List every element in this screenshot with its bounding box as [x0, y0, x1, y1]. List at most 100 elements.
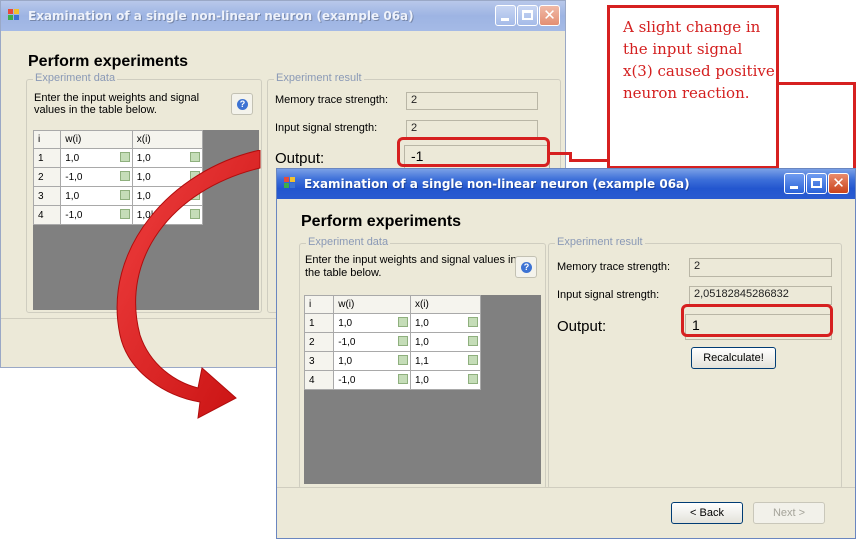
- cell-value: 1,0: [65, 152, 80, 164]
- connector-line: [569, 159, 609, 162]
- output-highlight-before: [397, 137, 550, 167]
- column-header-x: x(i): [131, 130, 204, 149]
- page-heading: Perform experiments: [301, 213, 462, 230]
- experiment-data-group: Experiment data Enter the input weights …: [299, 236, 546, 489]
- connector-line: [778, 82, 853, 85]
- memory-trace-label: Memory trace strength:: [275, 94, 389, 106]
- column-header-w: w(i): [333, 295, 411, 314]
- cell-value: 1,0: [414, 336, 429, 348]
- cell-value: -1,0: [65, 209, 83, 221]
- next-button[interactable]: Next >: [753, 502, 825, 524]
- maximize-button[interactable]: [517, 5, 538, 26]
- cell-value: -1,0: [65, 171, 83, 183]
- spin-icon[interactable]: [468, 374, 478, 384]
- spin-icon[interactable]: [468, 336, 478, 346]
- close-icon: ✕: [543, 7, 556, 24]
- column-header-i: i: [303, 295, 335, 314]
- close-icon: ✕: [832, 175, 845, 192]
- curved-arrow-icon: [116, 150, 261, 419]
- output-highlight-after: [681, 304, 833, 337]
- signal-cell[interactable]: 1,0: [409, 370, 482, 390]
- output-label: Output:: [557, 318, 607, 335]
- signal-cell[interactable]: 1,0: [409, 332, 482, 352]
- spin-icon[interactable]: [397, 336, 408, 346]
- spin-icon[interactable]: [397, 317, 408, 327]
- page-heading: Perform experiments: [28, 53, 189, 70]
- help-icon: ?: [237, 99, 248, 110]
- callout-text: A slight change in the input signal x(3)…: [623, 18, 775, 102]
- column-header-x: x(i): [409, 295, 482, 314]
- row-index: 3: [303, 351, 335, 371]
- cell-value: 1,1: [414, 355, 429, 367]
- table-row: 3 1,0 1,1: [303, 351, 482, 371]
- table-row: 4 -1,0 1,0: [303, 370, 482, 390]
- close-button[interactable]: ✕: [828, 173, 849, 194]
- memory-trace-field: 2: [406, 92, 538, 110]
- recalculate-button[interactable]: Recalculate!: [691, 347, 776, 369]
- spin-icon[interactable]: [397, 374, 408, 384]
- data-table: i w(i) x(i) 1 1,0 1,0 2 -1,0 1,0 3 1,0 1…: [303, 295, 482, 390]
- app-icon: [8, 9, 22, 23]
- window-after: Examination of a single non-linear neuro…: [276, 168, 856, 539]
- title-bar[interactable]: Examination of a single non-linear neuro…: [277, 169, 855, 199]
- spin-icon[interactable]: [468, 317, 478, 327]
- input-signal-field: 2,05182845286832: [689, 286, 832, 305]
- maximize-button[interactable]: [806, 173, 827, 194]
- group-legend: Experiment result: [555, 236, 645, 248]
- table-row: 1 1,0 1,0: [303, 313, 482, 333]
- group-legend: Experiment result: [274, 72, 364, 84]
- signal-cell[interactable]: 1,0: [409, 313, 482, 333]
- column-header-w: w(i): [60, 130, 133, 149]
- back-button[interactable]: < Back: [671, 502, 743, 524]
- cell-value: 1,0: [65, 190, 80, 202]
- row-index: 1: [32, 148, 62, 168]
- input-signal-label: Input signal strength:: [557, 289, 660, 301]
- bottom-bar: < Back Next >: [277, 487, 855, 538]
- spin-icon[interactable]: [468, 355, 478, 365]
- row-index: 1: [303, 313, 335, 333]
- input-signal-field: 2: [406, 120, 538, 138]
- row-index: 2: [303, 332, 335, 352]
- minimize-icon: [501, 18, 509, 21]
- row-index: 4: [32, 205, 62, 225]
- maximize-icon: [522, 10, 533, 20]
- cell-value: 1,0: [338, 317, 353, 329]
- help-button[interactable]: ?: [231, 93, 253, 115]
- app-icon: [284, 177, 298, 191]
- minimize-button[interactable]: [495, 5, 516, 26]
- cell-value: 1,0: [414, 374, 429, 386]
- signal-cell[interactable]: 1,1: [409, 351, 482, 371]
- cell-value: -1,0: [338, 374, 356, 386]
- title-bar[interactable]: Examination of a single non-linear neuro…: [1, 1, 565, 31]
- minimize-button[interactable]: [784, 173, 805, 194]
- maximize-icon: [811, 178, 822, 188]
- window-title: Examination of a single non-linear neuro…: [304, 177, 690, 191]
- row-index: 2: [32, 167, 62, 187]
- spin-icon[interactable]: [397, 355, 408, 365]
- instructions-text: Enter the input weights and signal value…: [305, 254, 517, 279]
- group-legend: Experiment data: [306, 236, 391, 248]
- row-index: 4: [303, 370, 335, 390]
- cell-value: 1,0: [414, 317, 429, 329]
- help-button[interactable]: ?: [515, 256, 537, 278]
- window-title: Examination of a single non-linear neuro…: [28, 9, 414, 23]
- close-button[interactable]: ✕: [539, 5, 560, 26]
- weight-cell[interactable]: -1,0: [333, 370, 411, 390]
- weight-cell[interactable]: -1,0: [333, 332, 411, 352]
- weight-cell[interactable]: 1,0: [333, 313, 411, 333]
- instructions-text: Enter the input weights and signal value…: [34, 92, 200, 116]
- input-signal-label: Input signal strength:: [275, 122, 378, 134]
- weight-cell[interactable]: 1,0: [333, 351, 411, 371]
- table-row: 2 -1,0 1,0: [303, 332, 482, 352]
- column-header-i: i: [32, 130, 62, 149]
- cell-value: -1,0: [338, 336, 356, 348]
- help-icon: ?: [521, 262, 532, 273]
- minimize-icon: [790, 186, 798, 189]
- group-legend: Experiment data: [33, 72, 118, 84]
- cell-value: 1,0: [338, 355, 353, 367]
- experiment-result-group: Experiment result Memory trace strength:…: [548, 236, 842, 489]
- annotation-callout: A slight change in the input signal x(3)…: [607, 5, 779, 169]
- output-label: Output:: [275, 150, 325, 167]
- memory-trace-label: Memory trace strength:: [557, 261, 671, 273]
- row-index: 3: [32, 186, 62, 206]
